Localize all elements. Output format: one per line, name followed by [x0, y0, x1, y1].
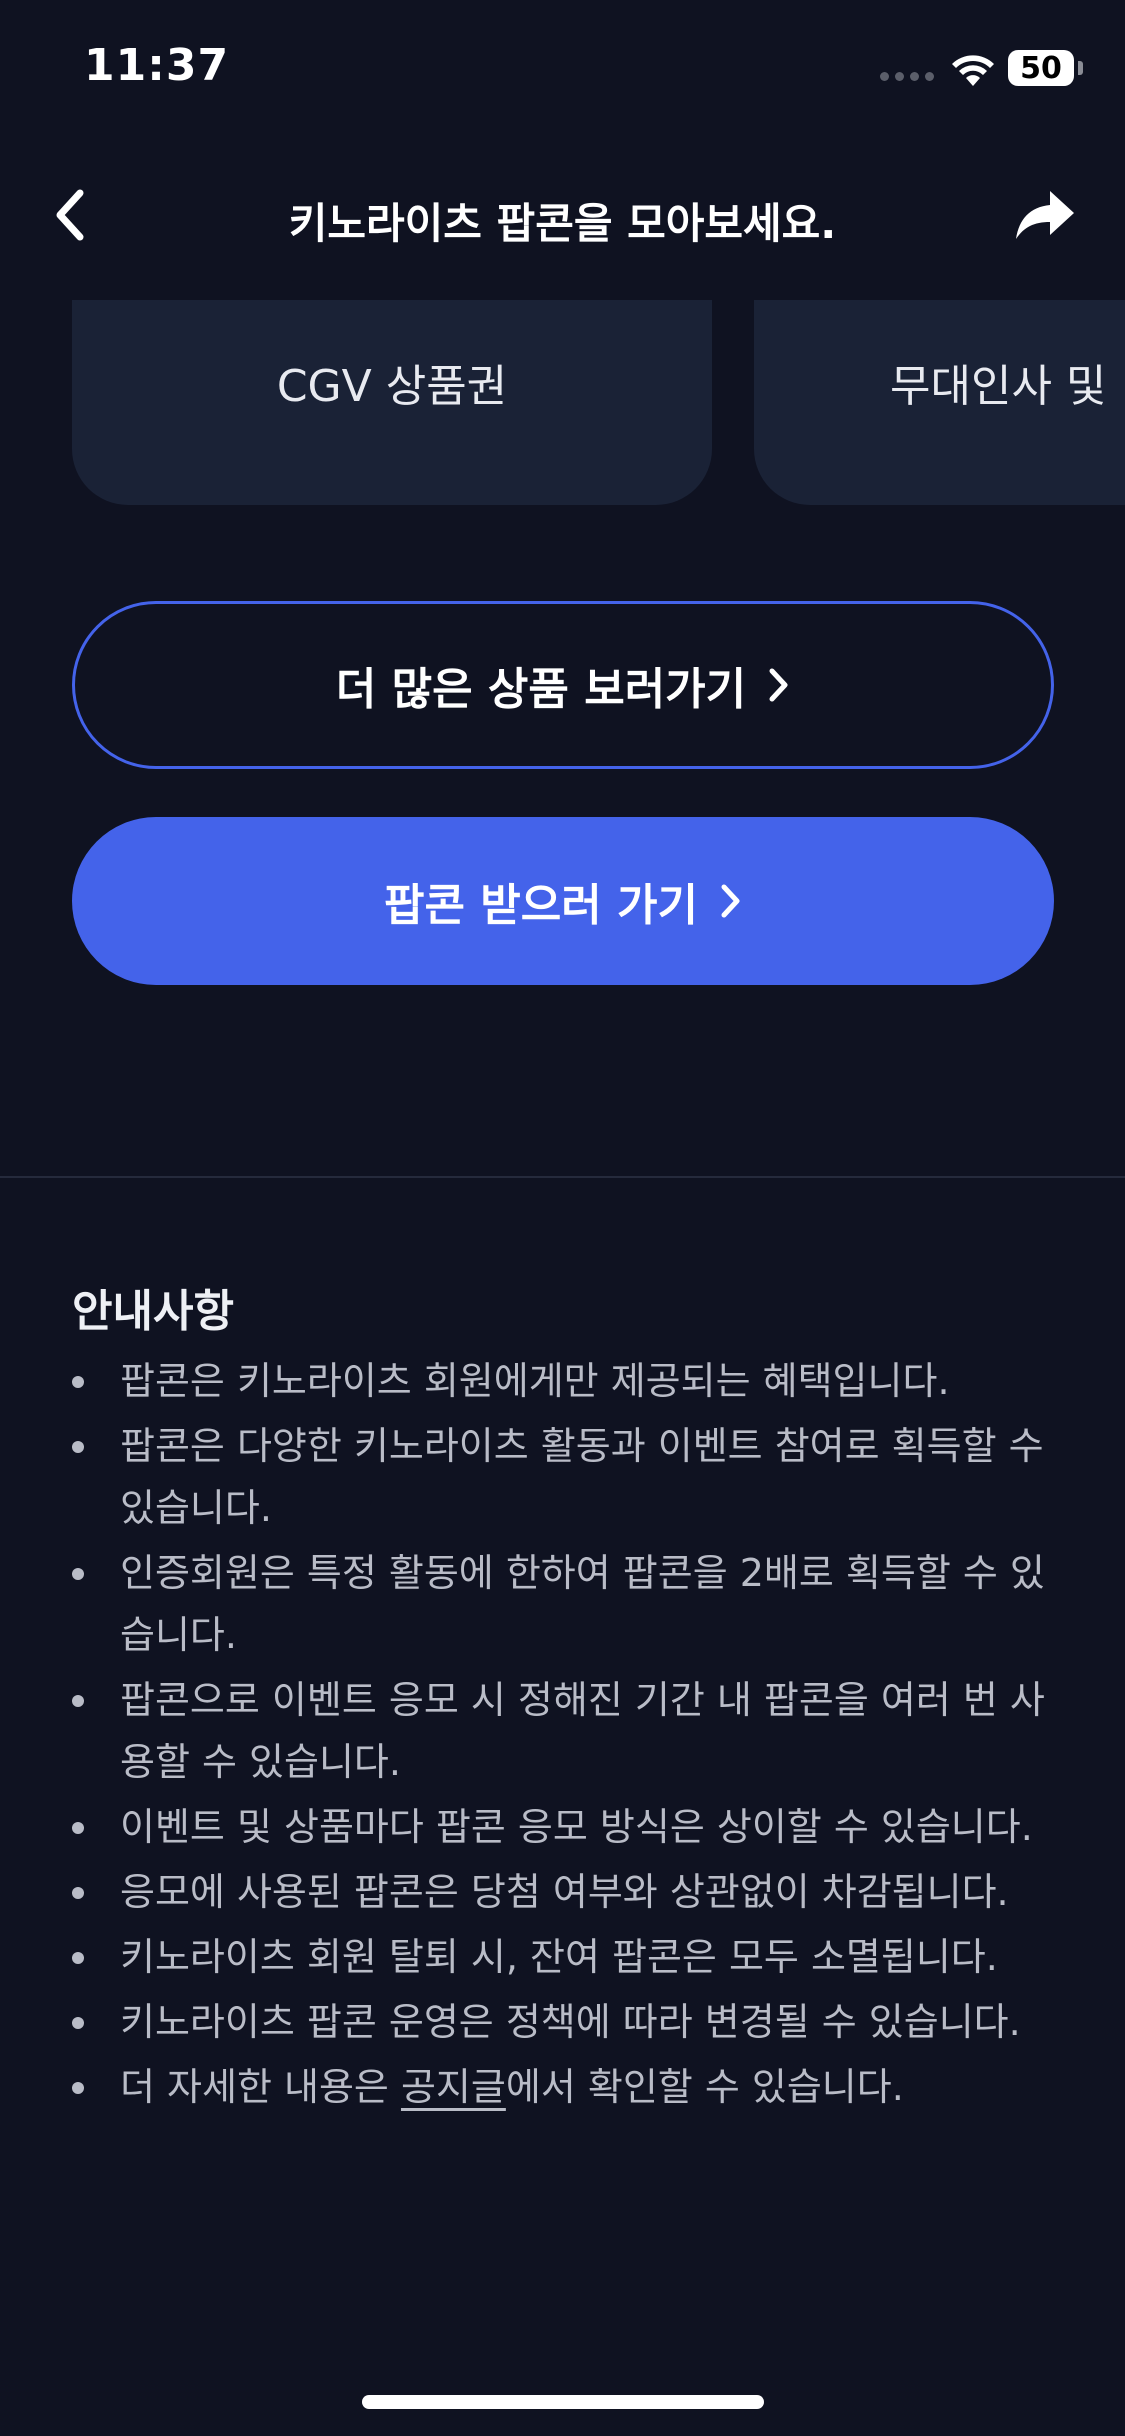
product-carousel: CGV 상품권 무대인사 및	[0, 300, 1125, 505]
wifi-icon	[952, 55, 994, 86]
status-time: 11:37	[84, 40, 230, 91]
bullet-icon	[72, 2082, 84, 2094]
list-item: 응모에 사용된 팝콘은 당첨 여부와 상관없이 차감됩니다.	[72, 1861, 1062, 1923]
list-item: 키노라이츠 팝콘 운영은 정책에 따라 변경될 수 있습니다.	[72, 1991, 1062, 2053]
list-item: 팝콘은 다양한 키노라이츠 활동과 이벤트 참여로 획득할 수 있습니다.	[72, 1415, 1062, 1539]
notice-text: 팝콘은 다양한 키노라이츠 활동과 이벤트 참여로 획득할 수 있습니다.	[120, 1424, 1044, 1530]
product-card-label: 무대인사 및	[890, 361, 1107, 412]
list-item: 팝콘은 키노라이츠 회원에게만 제공되는 혜택입니다.	[72, 1350, 1062, 1412]
notice-text: 키노라이츠 팝콘 운영은 정책에 따라 변경될 수 있습니다.	[120, 2000, 1021, 2044]
notice-title: 안내사항	[72, 1286, 234, 1337]
page-title: 키노라이츠 팝콘을 모아보세요.	[288, 199, 837, 248]
share-arrow-icon	[1016, 191, 1074, 239]
bullet-icon	[72, 1568, 84, 1580]
notice-list: 팝콘은 키노라이츠 회원에게만 제공되는 혜택입니다. 팝콘은 다양한 키노라이…	[72, 1350, 1062, 2121]
notice-link[interactable]: 공지글	[401, 2065, 506, 2109]
section-divider	[0, 1176, 1125, 1178]
get-popcorn-label: 팝콘 받으러 가기	[384, 880, 698, 931]
notice-text: 팝콘은 키노라이츠 회원에게만 제공되는 혜택입니다.	[120, 1359, 950, 1403]
notice-text-prefix: 더 자세한 내용은	[120, 2065, 401, 2109]
list-item: 이벤트 및 상품마다 팝콘 응모 방식은 상이할 수 있습니다.	[72, 1796, 1062, 1858]
cellular-signal-icon	[880, 72, 934, 81]
list-item: 인증회원은 특정 활동에 한하여 팝콘을 2배로 획득할 수 있습니다.	[72, 1542, 1062, 1666]
product-card-cgv[interactable]: CGV 상품권	[72, 300, 712, 505]
navigation-bar: 키노라이츠 팝콘을 모아보세요.	[0, 170, 1125, 260]
more-products-label: 더 많은 상품 보러가기	[335, 664, 747, 715]
bullet-icon	[72, 2017, 84, 2029]
notice-text-suffix: 에서 확인할 수 있습니다.	[505, 2065, 904, 2109]
share-button[interactable]	[1010, 180, 1080, 250]
notice-text: 이벤트 및 상품마다 팝콘 응모 방식은 상이할 수 있습니다.	[120, 1805, 1033, 1849]
bullet-icon	[72, 1376, 84, 1388]
notice-text: 인증회원은 특정 활동에 한하여 팝콘을 2배로 획득할 수 있습니다.	[120, 1551, 1045, 1657]
chevron-right-icon	[720, 883, 742, 919]
list-item: 더 자세한 내용은 공지글에서 확인할 수 있습니다.	[72, 2056, 1062, 2118]
battery-indicator: 50	[1008, 50, 1074, 86]
status-bar: 11:37 50	[0, 0, 1125, 140]
chevron-right-icon	[768, 667, 790, 703]
bullet-icon	[72, 1822, 84, 1834]
list-item: 키노라이츠 회원 탈퇴 시, 잔여 팝콘은 모두 소멸됩니다.	[72, 1926, 1062, 1988]
bullet-icon	[72, 1952, 84, 1964]
home-indicator	[362, 2395, 764, 2409]
bullet-icon	[72, 1695, 84, 1707]
bullet-icon	[72, 1887, 84, 1899]
product-card-label: CGV 상품권	[276, 361, 508, 412]
notice-text: 팝콘으로 이벤트 응모 시 정해진 기간 내 팝콘을 여러 번 사용할 수 있습…	[120, 1678, 1045, 1784]
notice-text: 응모에 사용된 팝콘은 당첨 여부와 상관없이 차감됩니다.	[120, 1870, 1009, 1914]
product-card-stage-greeting[interactable]: 무대인사 및	[754, 300, 1125, 505]
more-products-button[interactable]: 더 많은 상품 보러가기	[72, 601, 1054, 769]
notice-text: 키노라이츠 회원 탈퇴 시, 잔여 팝콘은 모두 소멸됩니다.	[120, 1935, 998, 1979]
list-item: 팝콘으로 이벤트 응모 시 정해진 기간 내 팝콘을 여러 번 사용할 수 있습…	[72, 1669, 1062, 1793]
get-popcorn-button[interactable]: 팝콘 받으러 가기	[72, 817, 1054, 985]
battery-cap	[1078, 61, 1083, 75]
bullet-icon	[72, 1441, 84, 1453]
